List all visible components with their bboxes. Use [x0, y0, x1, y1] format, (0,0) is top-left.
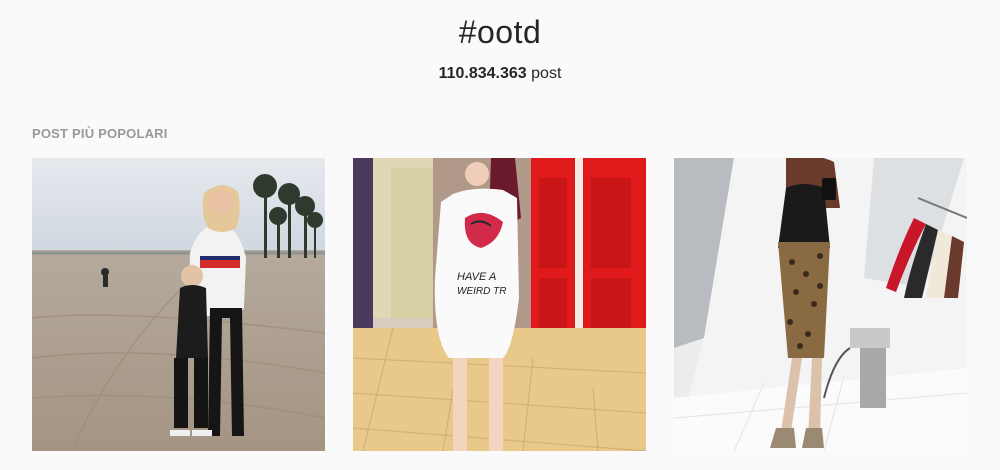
- post-count-number: 110.834.363: [438, 65, 527, 82]
- post-image-mirror-selfie: [674, 158, 967, 451]
- top-posts-label: POST PIÙ POPOLARI: [32, 126, 168, 141]
- post-tile-beach[interactable]: [32, 158, 325, 451]
- post-tile-mirror-selfie[interactable]: [674, 158, 967, 451]
- post-image-beach: [32, 158, 325, 451]
- post-image-red-door: HAVE A WEIRD TR: [353, 158, 646, 451]
- post-count: 110.834.363 post: [0, 65, 1000, 83]
- post-count-suffix: post: [531, 65, 562, 82]
- svg-text:WEIRD TR: WEIRD TR: [457, 286, 506, 297]
- post-tile-red-door[interactable]: HAVE A WEIRD TR: [353, 158, 646, 451]
- hashtag-title: #ootd: [458, 14, 542, 50]
- svg-text:HAVE A: HAVE A: [457, 271, 496, 283]
